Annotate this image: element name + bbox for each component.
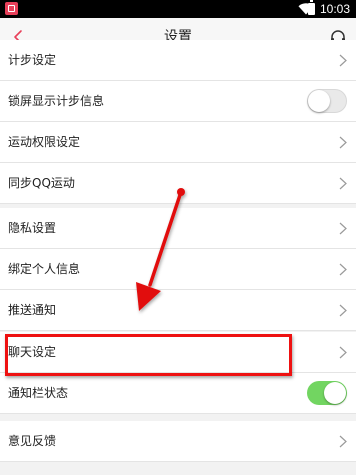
row-label: 运动权限设定 xyxy=(8,135,81,149)
settings-row-step-settings[interactable]: 计步设定 xyxy=(0,40,356,81)
row-label: 计步设定 xyxy=(8,53,57,67)
row-label: 绑定个人信息 xyxy=(8,262,81,276)
settings-row-chat-settings[interactable]: 聊天设定 xyxy=(0,332,356,373)
status-time: 10:03 xyxy=(320,2,351,16)
settings-row-notification-bar: 通知栏状态 xyxy=(0,373,356,414)
notification-bar-toggle[interactable] xyxy=(307,381,347,405)
lockscreen-steps-toggle[interactable] xyxy=(307,89,347,113)
row-label: 意见反馈 xyxy=(8,434,57,448)
settings-row-sync-qq-sport[interactable]: 同步QQ运动 xyxy=(0,163,356,204)
row-label: 推送通知 xyxy=(8,303,57,317)
settings-row-sport-permission[interactable]: 运动权限设定 xyxy=(0,122,356,163)
chevron-right-icon xyxy=(339,177,347,190)
row-label: 聊天设定 xyxy=(8,345,57,359)
toggle-knob xyxy=(324,382,346,404)
status-bar: 10:03 xyxy=(0,0,356,18)
app-badge-icon xyxy=(5,2,18,15)
settings-row-bind-personal-info[interactable]: 绑定个人信息 xyxy=(0,249,356,290)
settings-row-push-notifications[interactable]: 推送通知 xyxy=(0,290,356,331)
row-label: 锁屏显示计步信息 xyxy=(8,94,105,108)
settings-row-lockscreen-steps: 锁屏显示计步信息 xyxy=(0,81,356,122)
chevron-right-icon xyxy=(339,263,347,276)
row-label: 同步QQ运动 xyxy=(8,176,75,190)
chevron-right-icon xyxy=(339,435,347,448)
chevron-right-icon xyxy=(339,346,347,359)
battery-icon xyxy=(308,0,315,15)
chevron-right-icon xyxy=(339,54,347,67)
settings-row-privacy[interactable]: 隐私设置 xyxy=(0,208,356,249)
settings-screen: 10:03 设置 计步设定 锁屏显示计步信息 运动权限设定 同步QQ运动 隐私设… xyxy=(0,0,356,475)
chevron-right-icon xyxy=(339,136,347,149)
row-label: 通知栏状态 xyxy=(8,386,69,400)
toggle-knob xyxy=(308,90,330,112)
chevron-right-icon xyxy=(339,304,347,317)
settings-row-feedback[interactable]: 意见反馈 xyxy=(0,421,356,462)
row-label: 隐私设置 xyxy=(8,221,57,235)
chevron-right-icon xyxy=(339,222,347,235)
